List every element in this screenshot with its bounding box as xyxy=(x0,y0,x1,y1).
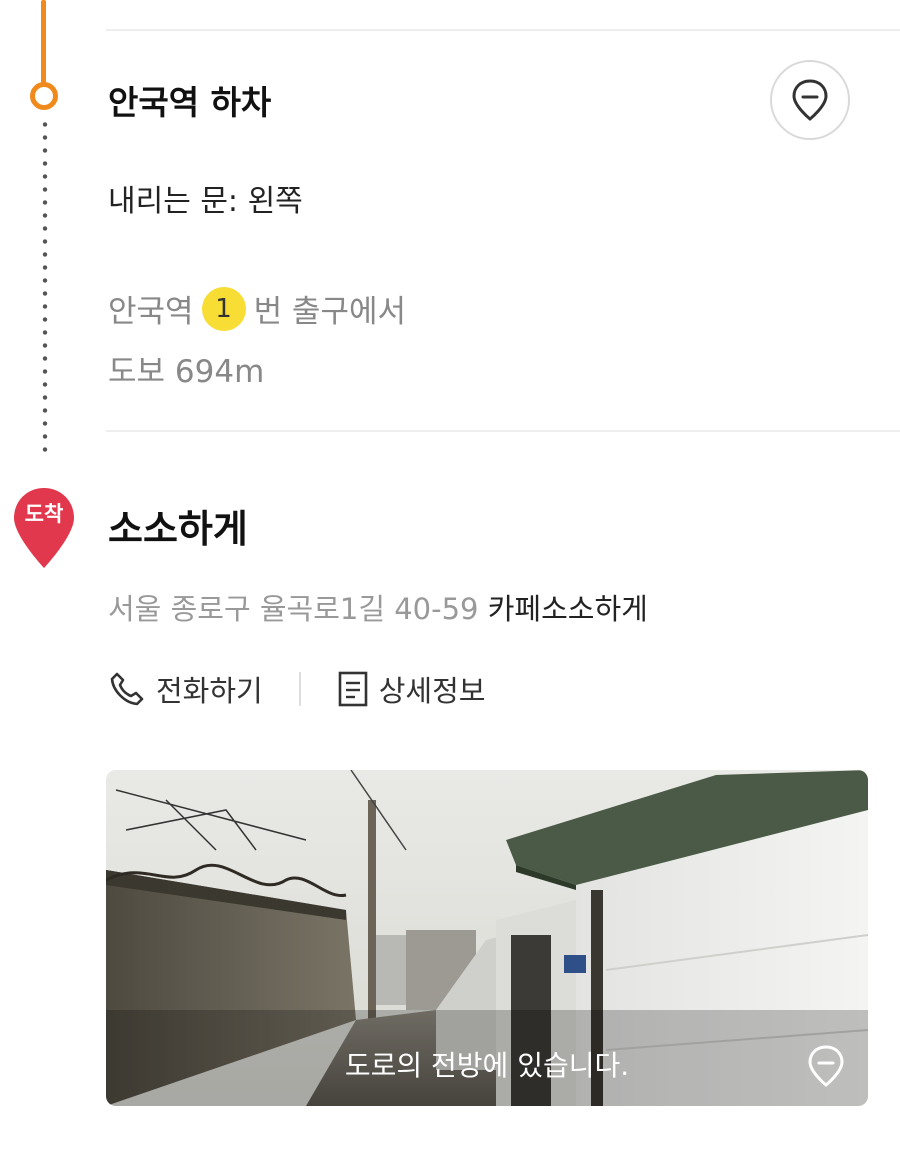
exit-station: 안국역 xyxy=(108,294,194,330)
detail-label: 상세정보 xyxy=(378,674,486,708)
street-view-caption: 도로의 전방에 있습니다. xyxy=(344,1049,630,1082)
street-view-photo[interactable]: 도로의 전방에 있습니다. xyxy=(106,770,868,1106)
phone-icon xyxy=(110,672,144,706)
divider-middle xyxy=(106,430,900,432)
address-text: 서울 종로구 율곡로1길 40-59 xyxy=(108,592,479,626)
exit-suffix: 번 출구에서 xyxy=(253,294,407,330)
location-pin-icon xyxy=(792,79,828,121)
route-line-walk xyxy=(42,118,48,458)
detail-button[interactable]: 상세정보 xyxy=(337,668,486,710)
exit-number-badge: 1 xyxy=(201,286,246,331)
place-title: 소소하게 xyxy=(108,507,248,551)
route-node xyxy=(30,82,58,110)
exit-info: 안국역 1 번 출구에서 xyxy=(108,286,406,331)
divider-top xyxy=(106,29,900,31)
location-button[interactable] xyxy=(770,60,850,140)
place-actions: 전화하기 상세정보 xyxy=(108,668,485,710)
arrival-badge: 도착 xyxy=(24,502,64,526)
place-address: 서울 종로구 율곡로1길 40-59 카페소소하게 xyxy=(108,586,648,628)
route-line-solid xyxy=(41,0,46,84)
exit-door-info: 내리는 문: 왼쪽 xyxy=(108,184,303,219)
location-pin-icon[interactable] xyxy=(804,1044,848,1088)
action-separator xyxy=(298,672,301,706)
step-title: 안국역 하차 xyxy=(108,83,272,122)
address-place-name: 카페소소하게 xyxy=(487,592,648,626)
call-label: 전화하기 xyxy=(156,674,263,708)
call-button[interactable]: 전화하기 xyxy=(108,668,263,710)
walk-distance: 도보 694m xyxy=(108,354,265,390)
document-icon xyxy=(338,671,368,707)
